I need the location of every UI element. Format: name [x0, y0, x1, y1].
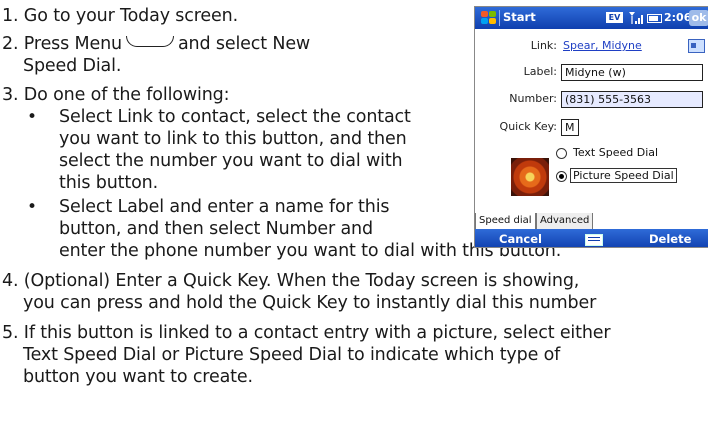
link-contact-link[interactable]: Spear, Midyne	[563, 39, 642, 52]
start-label[interactable]: Start	[503, 10, 536, 24]
text-speed-dial-radio[interactable]	[556, 148, 567, 159]
step-3: 3. Do one of the following:	[2, 85, 230, 105]
step-2-line-2: Speed Dial.	[23, 56, 122, 76]
step-2-text-b: and select New	[177, 34, 311, 54]
cancel-softkey[interactable]: Cancel	[499, 232, 542, 246]
text-speed-dial-label[interactable]: Text Speed Dial	[573, 146, 658, 159]
bullet-1-line-4: this button.	[59, 173, 158, 193]
bullet-1-line-3: select the number you want to dial with	[59, 151, 403, 171]
step-5-line-1: 5. If this button is linked to a contact…	[2, 323, 611, 343]
battery-icon	[647, 14, 662, 23]
bullet-2-line-2: button, and then select Number and	[59, 219, 373, 239]
windows-start-icon[interactable]	[480, 10, 498, 26]
quick-key-label: Quick Key:	[499, 120, 557, 133]
signal-icon	[629, 12, 643, 24]
picture-speed-dial-radio[interactable]	[556, 171, 567, 182]
ev-network-icon: EV	[606, 12, 623, 23]
step-5-line-3: button you want to create.	[23, 367, 253, 387]
quick-key-field[interactable]: M	[561, 119, 579, 136]
delete-softkey[interactable]: Delete	[649, 232, 691, 246]
bullet-2-line-1: Select Label and enter a name for this	[59, 197, 390, 217]
step-2-line-1: 2. Press Menu and select New	[2, 34, 310, 54]
contact-picture	[511, 158, 549, 196]
link-label: Link:	[530, 39, 557, 52]
ok-button[interactable]: ok	[689, 10, 708, 26]
picture-speed-dial-label[interactable]: Picture Speed Dial	[570, 168, 677, 183]
keyboard-icon[interactable]	[585, 234, 603, 246]
softkey-bar: Cancel Delete	[475, 229, 708, 247]
bullet-1: •	[27, 107, 38, 127]
menu-key-icon	[125, 36, 174, 47]
speed-dial-screenshot: Start EV 2:06 ok Link: Spear, Midyne Lab…	[474, 6, 708, 248]
tab-speed-dial[interactable]: Speed dial	[475, 213, 536, 230]
bullet-1-line-2: you want to link to this button, and the…	[59, 129, 407, 149]
bullet-1-line-1: Select Link to contact, select the conta…	[59, 107, 411, 127]
title-separator	[499, 10, 500, 26]
number-label: Number:	[509, 92, 557, 105]
title-bar: Start EV 2:06 ok	[475, 7, 708, 29]
step-1: 1. Go to your Today screen.	[2, 6, 238, 26]
step-4-line-1: 4. (Optional) Enter a Quick Key. When th…	[2, 271, 580, 291]
step-2-text-a: 2. Press Menu	[2, 34, 122, 54]
clock: 2:06	[664, 11, 692, 24]
step-4-line-2: you can press and hold the Quick Key to …	[23, 293, 597, 313]
number-field[interactable]: (831) 555-3563	[561, 91, 703, 108]
bullet-2: •	[27, 197, 38, 217]
contact-card-icon[interactable]	[688, 39, 705, 53]
label-field[interactable]: Midyne (w)	[561, 64, 703, 81]
tab-advanced[interactable]: Advanced	[536, 213, 594, 230]
label-label: Label:	[523, 65, 557, 78]
step-5-line-2: Text Speed Dial or Picture Speed Dial to…	[23, 345, 561, 365]
